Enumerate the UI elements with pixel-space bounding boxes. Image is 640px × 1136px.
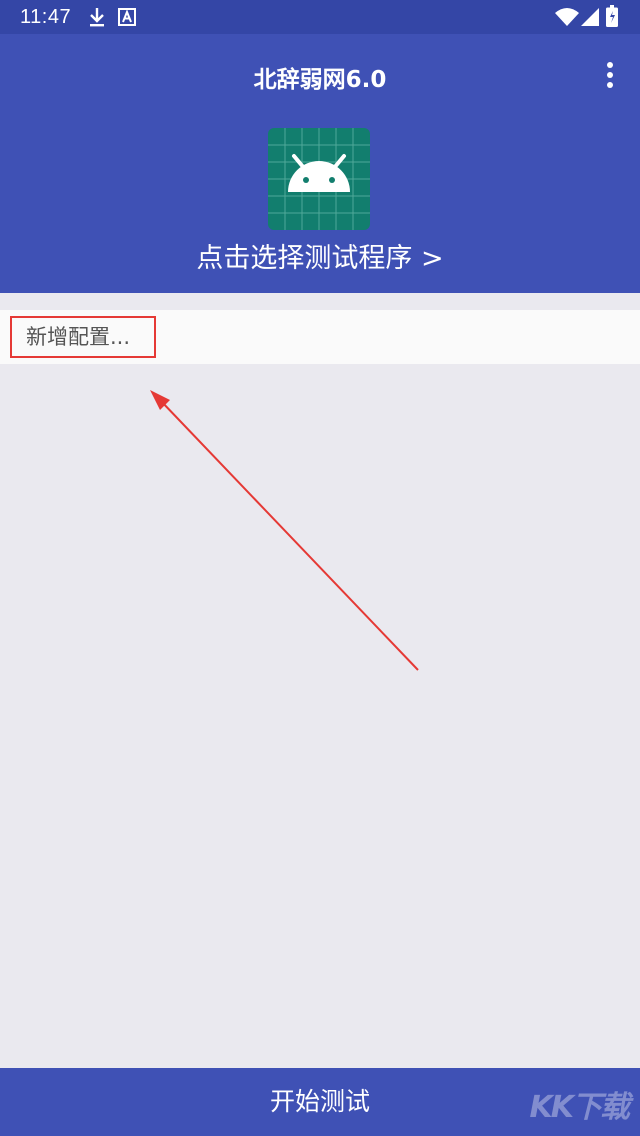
bottom-bar: 开始测试 KK下载: [0, 1068, 640, 1136]
annotation-arrow: [150, 390, 419, 671]
watermark: KK下载: [529, 1090, 630, 1125]
